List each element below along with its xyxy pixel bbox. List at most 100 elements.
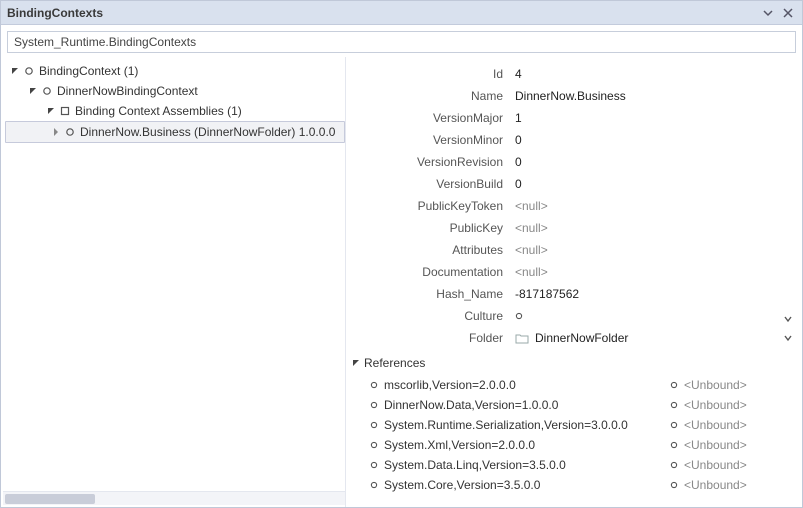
properties-panel: Id 4 Name DinnerNow.Business VersionMajo… (346, 57, 802, 507)
property-value[interactable]: <null> (515, 243, 792, 257)
scrollbar-thumb[interactable] (5, 494, 95, 504)
tree-node-label: DinnerNow.Business (DinnerNowFolder) 1.0… (80, 125, 335, 139)
tree-node-dinnernow[interactable]: DinnerNowBindingContext (5, 81, 345, 101)
reference-status: <Unbound> (684, 478, 747, 492)
tree-node-label: DinnerNowBindingContext (57, 84, 198, 98)
property-label: VersionMinor (350, 133, 515, 147)
reference-name: DinnerNow.Data,Version=1.0.0.0 (384, 398, 558, 412)
property-row: VersionRevision 0 (350, 151, 792, 173)
property-label: Attributes (350, 243, 515, 257)
property-value[interactable]: 0 (515, 177, 792, 191)
property-value[interactable]: 0 (515, 155, 792, 169)
property-row: Name DinnerNow.Business (350, 85, 792, 107)
tree[interactable]: BindingContext (1) DinnerNowBindingConte… (1, 57, 345, 491)
property-row: VersionBuild 0 (350, 173, 792, 195)
tree-node-label: Binding Context Assemblies (1) (75, 104, 242, 118)
circle-icon (64, 126, 76, 138)
property-label: Folder (350, 331, 515, 345)
folder-icon (515, 332, 529, 344)
property-row: PublicKeyToken <null> (350, 195, 792, 217)
folder-dropdown[interactable]: DinnerNowFolder (515, 331, 792, 345)
circle-icon (670, 421, 678, 429)
property-value[interactable]: 4 (515, 67, 792, 81)
circle-icon (670, 381, 678, 389)
tree-node-business-assembly[interactable]: DinnerNow.Business (DinnerNowFolder) 1.0… (5, 121, 345, 143)
folder-value: DinnerNowFolder (535, 331, 628, 345)
property-row: VersionMajor 1 (350, 107, 792, 129)
property-label: Culture (350, 309, 515, 323)
circle-icon (370, 461, 378, 469)
property-row: PublicKey <null> (350, 217, 792, 239)
circle-icon (370, 401, 378, 409)
property-value[interactable]: 1 (515, 111, 792, 125)
reference-name: System.Xml,Version=2.0.0.0 (384, 438, 535, 452)
property-row: Id 4 (350, 63, 792, 85)
references-header[interactable]: References (350, 353, 792, 373)
circle-icon (670, 461, 678, 469)
reference-name: System.Data.Linq,Version=3.5.0.0 (384, 458, 566, 472)
expander-icon[interactable] (350, 357, 362, 369)
reference-row[interactable]: System.Data.Linq,Version=3.5.0.0 <Unboun… (350, 455, 792, 475)
tree-panel: BindingContext (1) DinnerNowBindingConte… (1, 57, 346, 507)
property-value[interactable]: 0 (515, 133, 792, 147)
reference-row[interactable]: System.Runtime.Serialization,Version=3.0… (350, 415, 792, 435)
circle-icon (670, 481, 678, 489)
dropdown-icon[interactable] (760, 5, 776, 21)
chevron-down-icon[interactable] (784, 334, 792, 342)
property-label: Id (350, 67, 515, 81)
expander-icon[interactable] (50, 126, 62, 138)
circle-icon (370, 441, 378, 449)
property-value[interactable]: DinnerNow.Business (515, 89, 792, 103)
reference-row[interactable]: mscorlib,Version=2.0.0.0 <Unbound> (350, 375, 792, 395)
property-label: Documentation (350, 265, 515, 279)
circle-icon (670, 441, 678, 449)
expander-icon[interactable] (27, 85, 39, 97)
circle-icon (515, 312, 523, 320)
property-label: VersionRevision (350, 155, 515, 169)
circle-icon (370, 381, 378, 389)
reference-row[interactable]: System.Core,Version=3.5.0.0 <Unbound> (350, 475, 792, 495)
circle-icon (23, 65, 35, 77)
property-label: Hash_Name (350, 287, 515, 301)
horizontal-scrollbar[interactable] (3, 491, 345, 505)
property-label: VersionBuild (350, 177, 515, 191)
circle-icon (670, 401, 678, 409)
reference-name: System.Core,Version=3.5.0.0 (384, 478, 540, 492)
reference-row[interactable]: System.Xml,Version=2.0.0.0 <Unbound> (350, 435, 792, 455)
tree-node-bindingcontext[interactable]: BindingContext (1) (5, 61, 345, 81)
reference-status: <Unbound> (684, 398, 747, 412)
breadcrumb-bar[interactable]: System_Runtime.BindingContexts (7, 31, 796, 53)
breadcrumb-text: System_Runtime.BindingContexts (14, 35, 196, 49)
property-label: PublicKey (350, 221, 515, 235)
references-list: mscorlib,Version=2.0.0.0 <Unbound> Dinne… (350, 375, 792, 495)
tree-node-assemblies[interactable]: Binding Context Assemblies (1) (5, 101, 345, 121)
property-label: PublicKeyToken (350, 199, 515, 213)
property-row-folder: Folder DinnerNowFolder (350, 327, 792, 349)
references-label: References (364, 356, 425, 370)
circle-icon (41, 85, 53, 97)
close-icon[interactable] (780, 5, 796, 21)
reference-name: System.Runtime.Serialization,Version=3.0… (384, 418, 628, 432)
body: BindingContext (1) DinnerNowBindingConte… (1, 57, 802, 507)
titlebar: BindingContexts (1, 1, 802, 25)
expander-icon[interactable] (9, 65, 21, 77)
reference-status: <Unbound> (684, 378, 747, 392)
expander-icon[interactable] (45, 105, 57, 117)
chevron-down-icon[interactable] (784, 315, 792, 323)
reference-row[interactable]: DinnerNow.Data,Version=1.0.0.0 <Unbound> (350, 395, 792, 415)
property-row-culture: Culture (350, 305, 792, 327)
reference-status: <Unbound> (684, 438, 747, 452)
property-value[interactable]: -817187562 (515, 287, 792, 301)
reference-status: <Unbound> (684, 458, 747, 472)
property-row: Hash_Name -817187562 (350, 283, 792, 305)
culture-dropdown[interactable] (515, 312, 792, 320)
property-value[interactable]: <null> (515, 199, 792, 213)
circle-icon (370, 421, 378, 429)
property-value[interactable]: <null> (515, 221, 792, 235)
property-row: Documentation <null> (350, 261, 792, 283)
circle-icon (370, 481, 378, 489)
property-row: VersionMinor 0 (350, 129, 792, 151)
reference-status: <Unbound> (684, 418, 747, 432)
reference-name: mscorlib,Version=2.0.0.0 (384, 378, 516, 392)
property-value[interactable]: <null> (515, 265, 792, 279)
